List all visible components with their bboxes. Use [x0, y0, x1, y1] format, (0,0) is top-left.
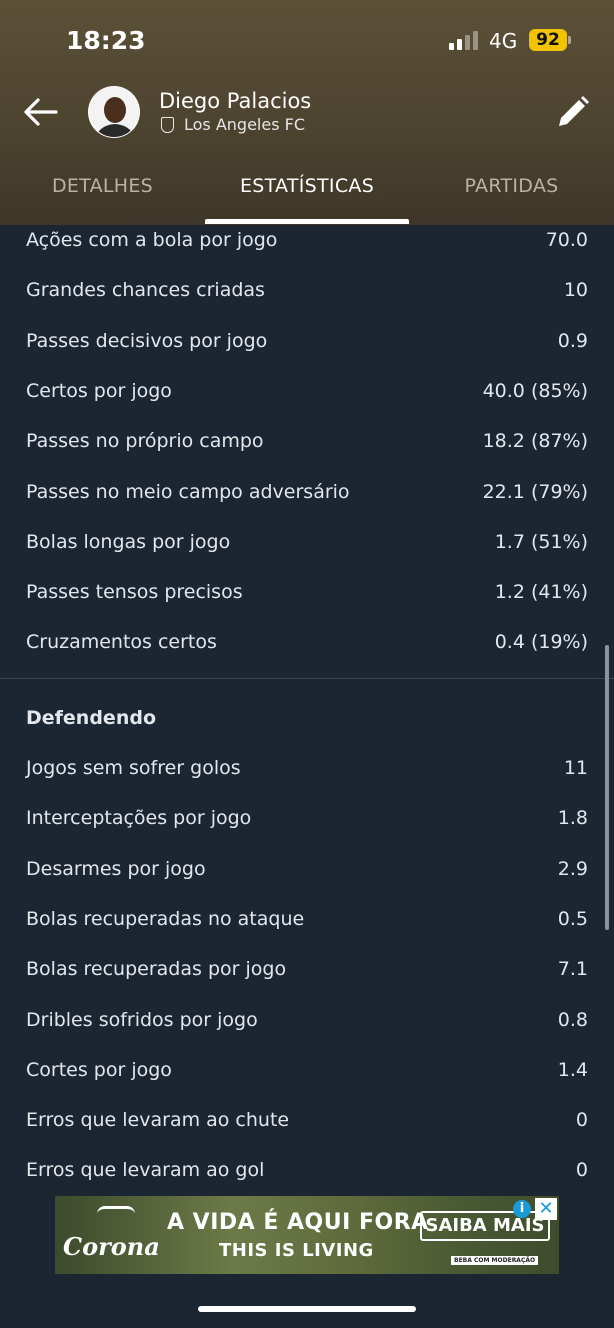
player-name: Diego Palacios — [159, 89, 312, 113]
stat-label: Passes no próprio campo — [26, 430, 264, 453]
stat-row: Erros que levaram ao chute 0 — [0, 1105, 614, 1155]
stat-label: Desarmes por jogo — [26, 857, 206, 880]
stat-label: Jogos sem sofrer golos — [26, 757, 241, 779]
stat-row: Erros que levaram ao gol 0 — [0, 1155, 614, 1195]
stat-row: Desarmes por jogo 2.9 — [0, 854, 614, 904]
stat-label: Bolas recuperadas por jogo — [26, 958, 287, 981]
stats-list[interactable]: Ações com a bola por jogo 70.0 Grandes cha… — [0, 225, 614, 1195]
stat-row: Certos por jogo 40.0 (85%) — [0, 376, 614, 426]
stat-label: Passes tensos precisos — [26, 581, 243, 604]
stat-label: Interceptações por jogo — [26, 807, 252, 830]
club-name[interactable]: Los Angeles FC — [184, 115, 305, 134]
stat-label: Bolas longas por jogo — [26, 530, 231, 553]
stat-label: Passes decisivos por jogo — [26, 329, 268, 352]
stat-label: Cortes por jogo — [26, 1058, 172, 1081]
stat-row: Cortes por jogo 1.4 — [0, 1055, 614, 1105]
stat-row: Ações com a bola por jogo 70.0 — [0, 225, 614, 275]
stat-label: Grandes chances criadas — [26, 279, 265, 302]
status-time: 18:23 — [66, 26, 146, 55]
avatar — [88, 86, 140, 138]
status-bar: 18:23 4G 92 — [0, 0, 614, 80]
stat-row: Grandes chances criadas 10 — [0, 275, 614, 325]
stat-value: 0.5 — [557, 907, 588, 930]
ad-cta-button[interactable]: SAIBA MAIS — [420, 1211, 550, 1241]
stat-row: Passes no meio campo adversário 22.1 (79%… — [0, 477, 614, 527]
ad-disclaimer: BEBA COM MODERAÇÃO — [451, 1256, 539, 1265]
stat-value: 1.4 — [557, 1058, 588, 1081]
stat-value: 7.1 — [557, 958, 588, 981]
stat-row: Bolas recuperadas por jogo 7.1 — [0, 954, 614, 1004]
stat-row: Bolas recuperadas no ataque 0.5 — [0, 904, 614, 954]
stat-row: Passes no próprio campo 18.2 (87%) — [0, 426, 614, 476]
stat-value: 0.4 (19%) — [494, 631, 588, 654]
stat-row: Dribles sofridos por jogo 0.8 — [0, 1005, 614, 1055]
stat-row: Passes tensos precisos 1.2 (41%) — [0, 577, 614, 627]
stat-value: 40.0 (85%) — [482, 379, 588, 402]
stat-value: 0 — [575, 1109, 588, 1132]
stat-row: Passes decisivos por jogo 0.9 — [0, 326, 614, 376]
ad-headline: A VIDA É AQUI FORA — [167, 1210, 429, 1235]
stat-row: Interceptações por jogo 1.8 — [0, 803, 614, 853]
stat-value: 0.9 — [557, 329, 588, 352]
ad-close-icon[interactable]: ✕ — [535, 1198, 557, 1220]
stat-row: Jogos sem sofrer golos 11 — [0, 753, 614, 803]
edit-button[interactable] — [553, 92, 593, 132]
ad-banner[interactable]: Corona A VIDA É AQUI FORA THIS IS LIVING… — [55, 1196, 559, 1274]
crown-icon — [97, 1206, 135, 1228]
tab-details[interactable]: DETALHES — [0, 175, 205, 197]
stat-row: Bolas longas por jogo 1.7 (51%) — [0, 527, 614, 577]
ad-info-icon[interactable]: i — [513, 1200, 531, 1218]
stat-label: Dribles sofridos por jogo — [26, 1008, 258, 1031]
ad-subline: THIS IS LIVING — [219, 1240, 374, 1261]
cellular-signal-icon — [449, 30, 481, 50]
stat-value: 22.1 (79%) — [482, 480, 588, 503]
stat-value: 70.0 — [545, 229, 588, 251]
scrollbar[interactable] — [605, 645, 609, 930]
stat-value: 1.7 (51%) — [494, 530, 588, 553]
player-photo-icon — [89, 87, 139, 137]
app-header: 18:23 4G 92 Diego Palacios Los Angeles F… — [0, 0, 614, 225]
stat-label: Passes no meio campo adversário — [26, 480, 350, 503]
battery-tip — [568, 36, 571, 44]
stat-value: 1.2 (41%) — [494, 581, 588, 604]
stat-value: 10 — [563, 279, 588, 302]
stat-label: Cruzamentos certos — [26, 631, 217, 654]
stat-value: 1.8 — [557, 807, 588, 830]
tab-matches[interactable]: PARTIDAS — [409, 175, 614, 197]
active-tab-indicator — [205, 219, 409, 224]
stat-value: 18.2 (87%) — [482, 430, 588, 453]
stat-value: 0.8 — [557, 1008, 588, 1031]
section-title-defending: Defendendo — [26, 707, 157, 729]
ad-brand-logo: Corona — [63, 1232, 160, 1261]
battery-icon: 92 — [529, 29, 567, 51]
tab-bar: DETALHES ESTATÍSTICAS PARTIDAS — [0, 165, 614, 225]
stat-label: Bolas recuperadas no ataque — [26, 907, 305, 930]
stat-label: Certos por jogo — [26, 379, 172, 402]
stat-label: Erros que levaram ao gol — [26, 1159, 265, 1182]
back-button[interactable] — [20, 92, 60, 132]
stat-label: Erros que levaram ao chute — [26, 1109, 290, 1132]
arrow-left-icon — [24, 98, 58, 126]
stat-value: 2.9 — [557, 857, 588, 880]
club-crest-icon — [161, 117, 174, 133]
stat-label: Ações com a bola por jogo — [26, 229, 278, 251]
home-indicator[interactable] — [198, 1306, 416, 1312]
section-divider — [0, 678, 614, 679]
network-type: 4G — [489, 29, 518, 53]
stat-row: Cruzamentos certos 0.4 (19%) — [0, 627, 614, 677]
stat-value: 0 — [575, 1159, 588, 1182]
tab-statistics[interactable]: ESTATÍSTICAS — [205, 175, 409, 197]
stat-value: 11 — [563, 757, 588, 779]
pencil-icon — [559, 96, 589, 126]
